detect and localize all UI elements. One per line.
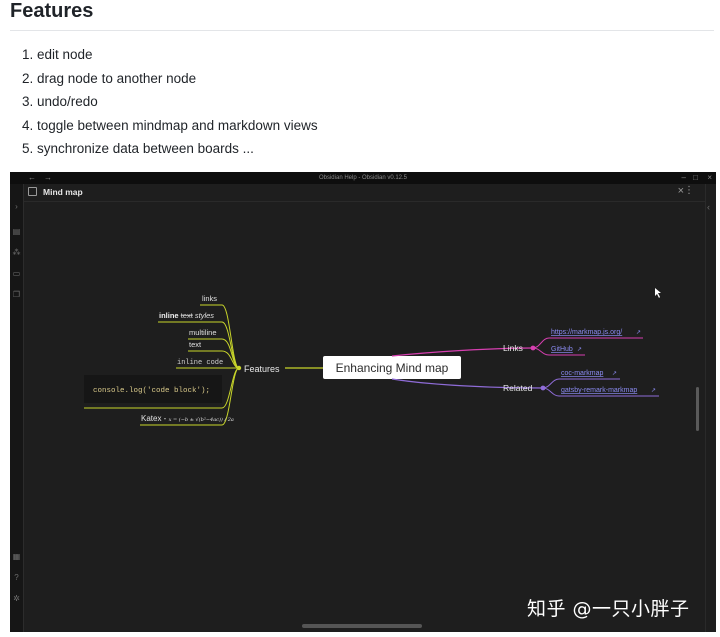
strike-text: text <box>181 311 194 320</box>
root-node-label[interactable]: Enhancing Mind map <box>336 361 449 375</box>
external-link-icon: ↗ <box>651 388 656 394</box>
mindmap-canvas: Enhancing Mind map Features links inline… <box>84 288 661 426</box>
katex-formula: x = (−b ± √(b²−4ac)) / 2a <box>169 416 234 423</box>
inline-code-child[interactable]: inline code <box>177 359 223 367</box>
bold-text: inline <box>159 311 179 320</box>
katex-child-label[interactable]: Katex - x = (−b ± √(b²−4ac)) / 2a <box>141 414 234 423</box>
external-link-icon: ↗ <box>577 347 582 353</box>
links-child-label[interactable]: links <box>202 294 217 303</box>
links-node-label[interactable]: Links <box>503 343 523 353</box>
external-link-icon: ↗ <box>612 371 617 377</box>
external-link-icon: ↗ <box>636 330 641 336</box>
mouse-cursor-icon <box>655 288 661 298</box>
markmap-link[interactable]: https://markmap.js.org/ <box>551 329 622 336</box>
related-node-label[interactable]: Related <box>503 383 533 393</box>
gatsby-remark-markmap-link[interactable]: gatsby-remark-markmap <box>561 387 637 394</box>
links-subbranches <box>532 337 643 356</box>
github-link[interactable]: GitHub <box>551 346 573 353</box>
multiline-child-line1[interactable]: multiline <box>189 328 217 337</box>
styles-child-label[interactable]: inline text styles <box>159 311 214 320</box>
multiline-child-line2[interactable]: text <box>189 340 202 349</box>
katex-prefix: Katex - <box>141 414 169 423</box>
features-node-label[interactable]: Features <box>244 364 280 374</box>
coc-markmap-link[interactable]: coc-markmap <box>561 370 604 377</box>
italic-text: styles <box>195 311 214 320</box>
code-block-text: console.log('code block'); <box>93 387 210 395</box>
watermark: 知乎 @一只小胖子 <box>527 598 690 620</box>
